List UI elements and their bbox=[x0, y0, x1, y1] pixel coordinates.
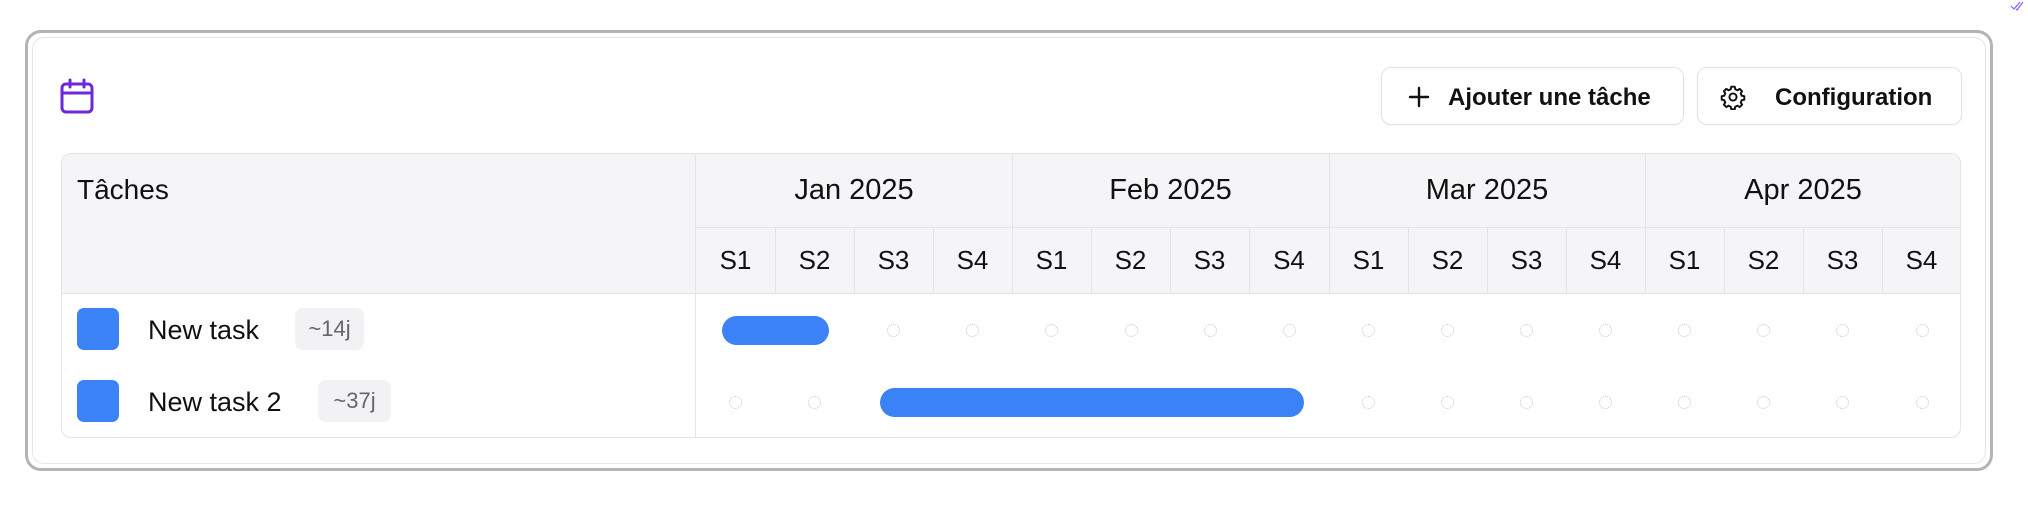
week-header: S3 bbox=[1826, 244, 1859, 275]
month-header: Jan 2025 bbox=[794, 174, 914, 206]
week-header: S3 bbox=[1193, 244, 1226, 275]
week-divider bbox=[1408, 228, 1409, 293]
calendar-icon bbox=[60, 78, 94, 114]
week-header: S1 bbox=[1668, 244, 1701, 275]
duration-badge: ~37j bbox=[318, 380, 391, 422]
empty-week-slot[interactable] bbox=[1915, 395, 1929, 409]
week-divider bbox=[1487, 228, 1488, 293]
empty-week-slot[interactable] bbox=[966, 323, 980, 337]
empty-week-slot[interactable] bbox=[1836, 323, 1850, 337]
empty-week-slot[interactable] bbox=[1361, 395, 1375, 409]
task-column-header: Tâches bbox=[77, 174, 169, 205]
task-bar[interactable] bbox=[880, 387, 1304, 417]
empty-week-slot[interactable] bbox=[887, 323, 901, 337]
empty-week-slot[interactable] bbox=[1440, 323, 1454, 337]
task-row[interactable]: New task ~14j bbox=[62, 294, 695, 366]
week-divider bbox=[1091, 228, 1092, 293]
empty-week-slot[interactable] bbox=[1757, 323, 1771, 337]
empty-week-slot[interactable] bbox=[808, 395, 822, 409]
week-header: S4 bbox=[1589, 244, 1622, 275]
week-header: S1 bbox=[719, 244, 752, 275]
week-header: S3 bbox=[877, 244, 910, 275]
empty-week-slot[interactable] bbox=[1124, 323, 1138, 337]
add-task-button[interactable]: Ajouter une tâche bbox=[1381, 67, 1684, 125]
empty-week-slot[interactable] bbox=[1599, 395, 1613, 409]
configuration-button[interactable]: Configuration bbox=[1697, 67, 1962, 125]
add-task-label: Ajouter une tâche bbox=[1448, 84, 1651, 111]
week-header: S2 bbox=[1114, 244, 1147, 275]
week-divider bbox=[1249, 228, 1250, 293]
empty-week-slot[interactable] bbox=[1203, 323, 1217, 337]
week-header: S1 bbox=[1035, 244, 1068, 275]
task-row[interactable]: New task 2 ~37j bbox=[62, 366, 695, 437]
empty-week-slot[interactable] bbox=[1678, 395, 1692, 409]
week-header: S2 bbox=[1747, 244, 1780, 275]
task-color-swatch[interactable] bbox=[77, 380, 119, 422]
empty-week-slot[interactable] bbox=[1520, 323, 1534, 337]
week-divider bbox=[1803, 228, 1804, 293]
week-divider bbox=[1170, 228, 1171, 293]
empty-week-slot[interactable] bbox=[1282, 323, 1296, 337]
week-header: S2 bbox=[1431, 244, 1464, 275]
week-header: S3 bbox=[1510, 244, 1543, 275]
empty-week-slot[interactable] bbox=[1678, 323, 1692, 337]
empty-week-slot[interactable] bbox=[1599, 323, 1613, 337]
duration-badge: ~14j bbox=[295, 308, 364, 350]
task-name[interactable]: New task bbox=[148, 315, 259, 346]
task-color-swatch[interactable] bbox=[77, 308, 119, 350]
week-divider bbox=[1724, 228, 1725, 293]
empty-week-slot[interactable] bbox=[1440, 395, 1454, 409]
week-header: S4 bbox=[1273, 244, 1305, 275]
plus-icon bbox=[1408, 86, 1430, 108]
task-name[interactable]: New task 2 bbox=[148, 387, 282, 418]
empty-week-slot[interactable] bbox=[1915, 323, 1929, 337]
week-header: S1 bbox=[1352, 244, 1385, 275]
week-divider bbox=[1566, 228, 1567, 293]
week-divider bbox=[854, 228, 855, 293]
gantt-table: Tâches Jan 2025 Feb 2025 Mar 2025 Apr 20… bbox=[61, 153, 1961, 438]
week-divider bbox=[775, 228, 776, 293]
double-check-icon bbox=[2010, 1, 2024, 11]
empty-week-slot[interactable] bbox=[1520, 395, 1534, 409]
empty-week-slot[interactable] bbox=[729, 395, 743, 409]
empty-week-slot[interactable] bbox=[1836, 395, 1850, 409]
month-header: Feb 2025 bbox=[1109, 174, 1232, 206]
task-bar[interactable] bbox=[722, 315, 830, 345]
week-divider bbox=[933, 228, 934, 293]
week-header: S2 bbox=[798, 244, 831, 275]
week-header: S4 bbox=[1905, 244, 1938, 275]
empty-week-slot[interactable] bbox=[1045, 323, 1059, 337]
week-divider bbox=[1882, 228, 1883, 293]
month-header: Mar 2025 bbox=[1425, 174, 1549, 206]
configuration-label: Configuration bbox=[1775, 84, 1933, 111]
month-header: Apr 2025 bbox=[1744, 174, 1862, 206]
week-header: S4 bbox=[956, 244, 989, 275]
empty-week-slot[interactable] bbox=[1757, 395, 1771, 409]
empty-week-slot[interactable] bbox=[1361, 323, 1375, 337]
gear-icon bbox=[1720, 85, 1746, 110]
